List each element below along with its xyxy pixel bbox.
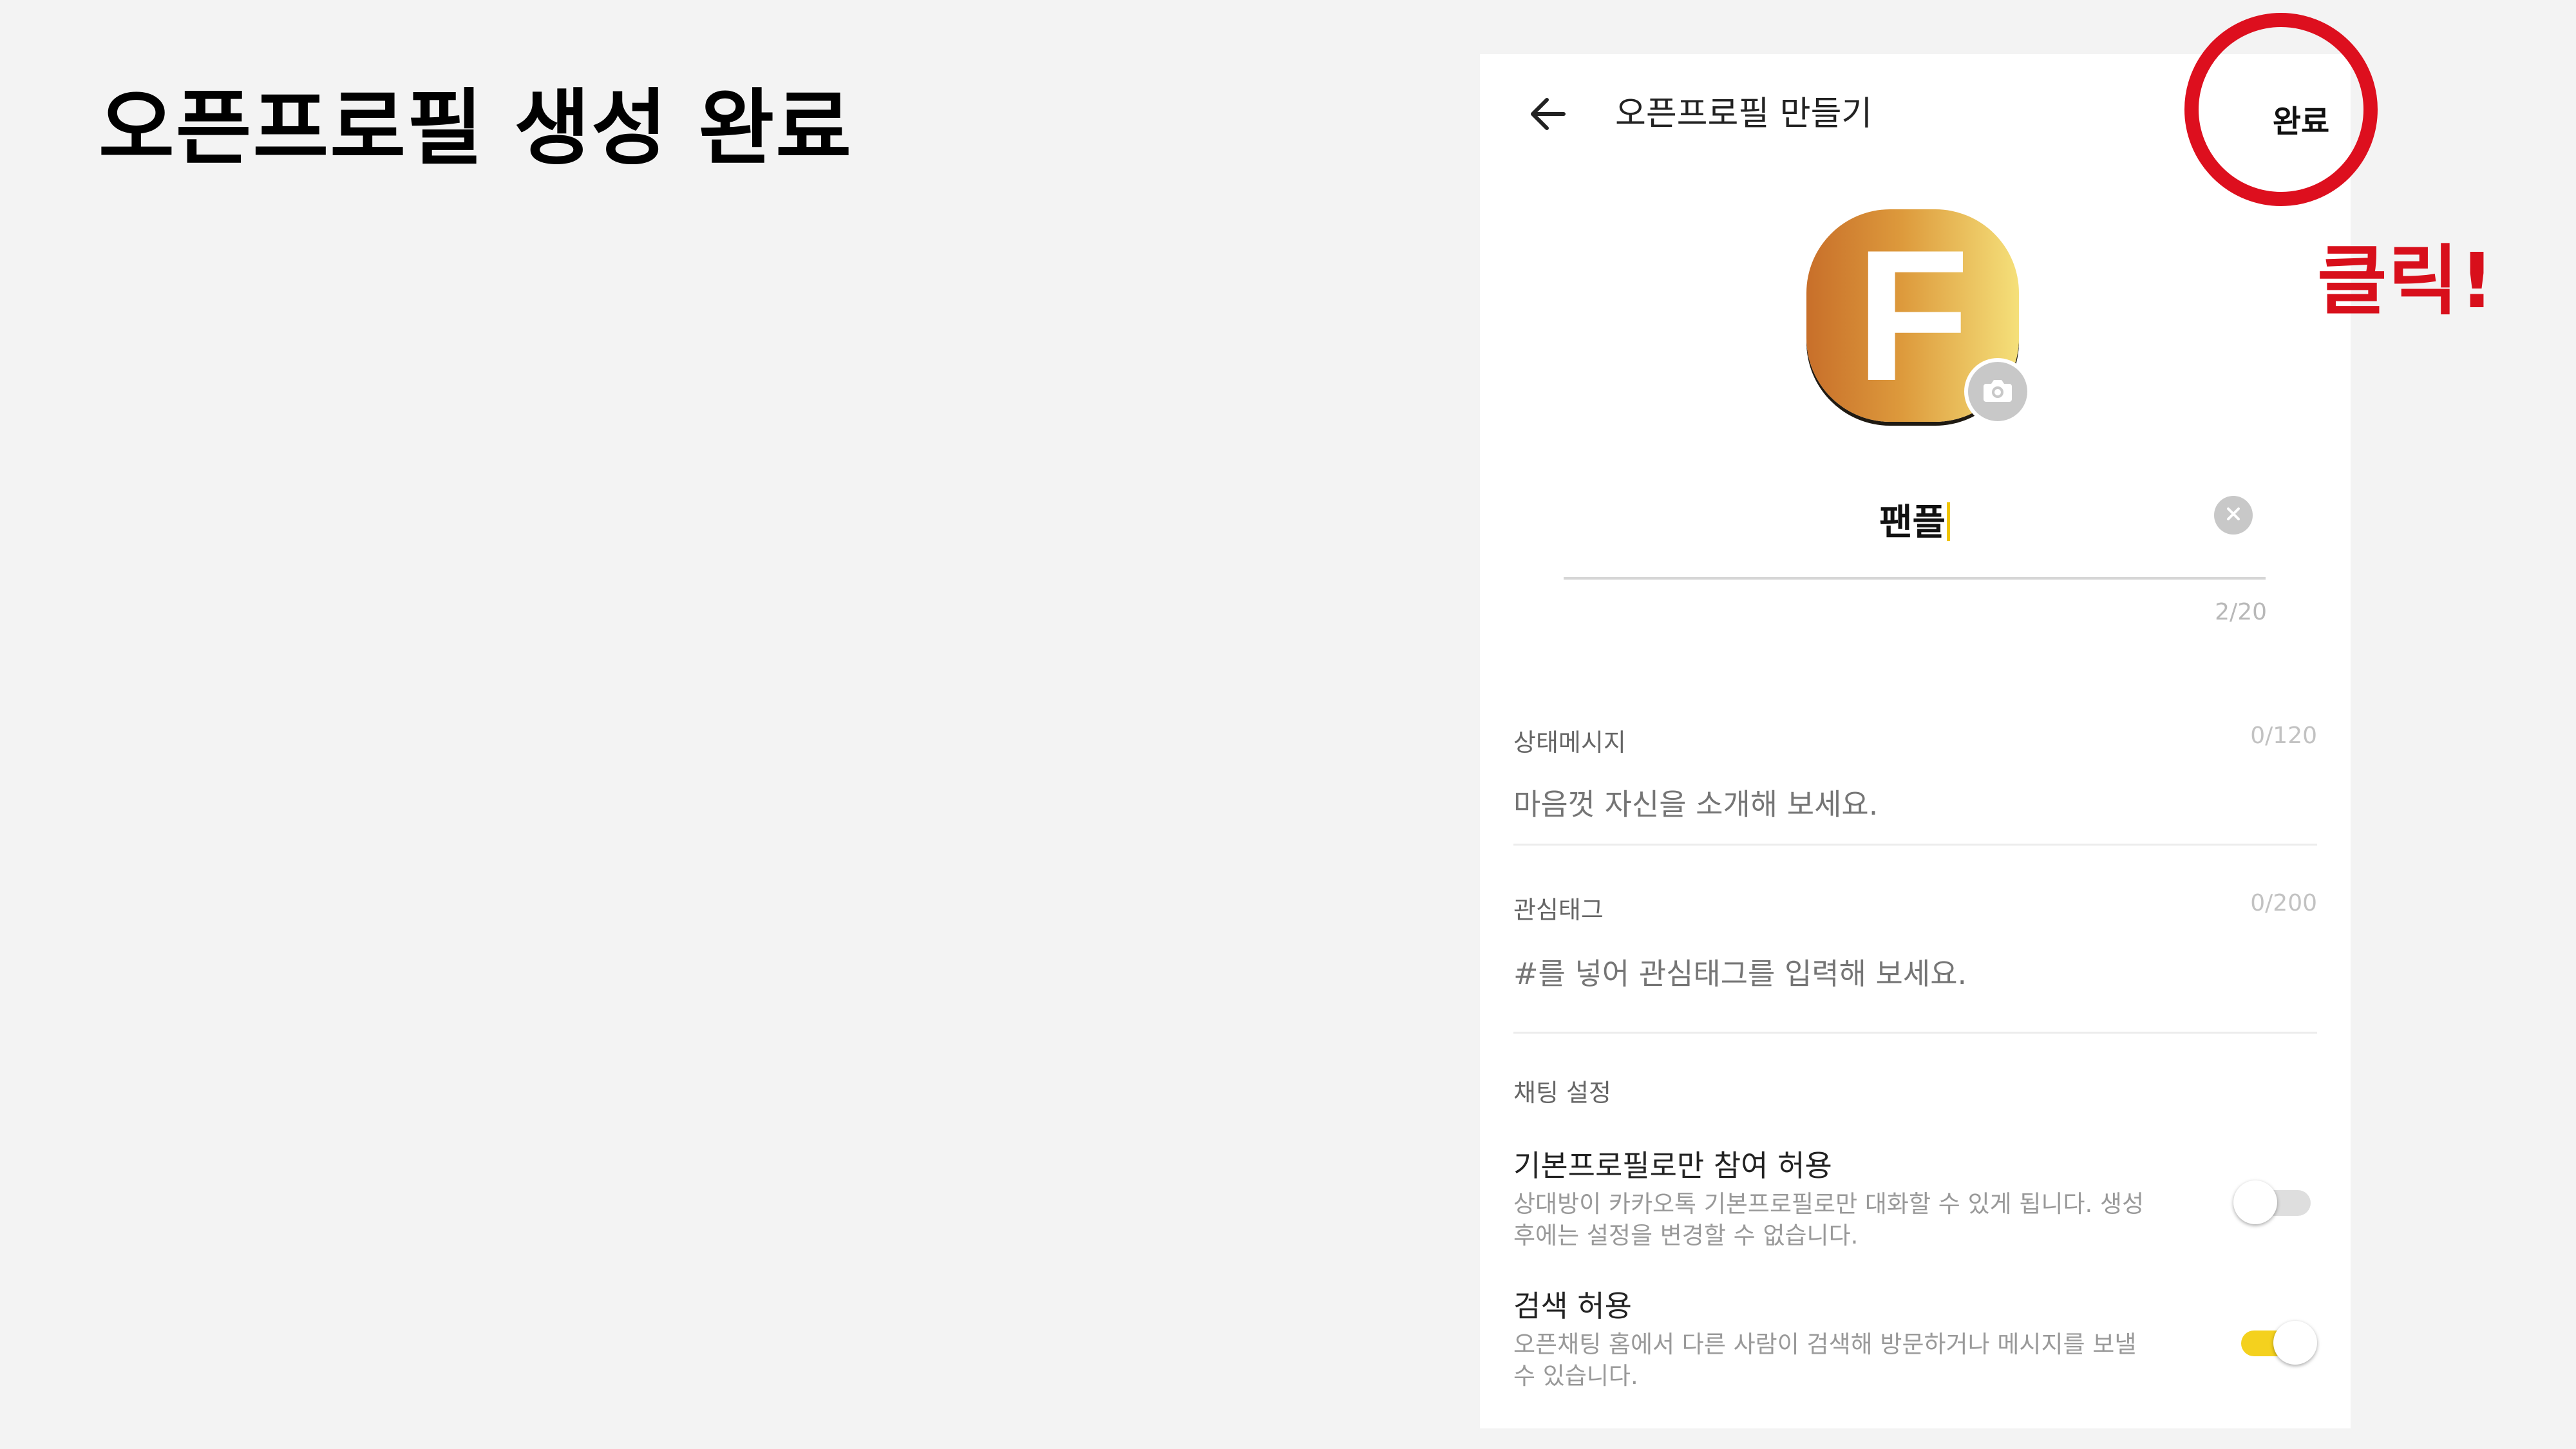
name-underline (1564, 577, 2266, 580)
setting-title: 검색 허용 (1513, 1289, 1632, 1323)
default-profile-only-toggle[interactable] (2233, 1179, 2317, 1226)
profile-name-field[interactable]: 팬플 (1564, 487, 2266, 581)
toggle-knob (2273, 1321, 2317, 1365)
avatar-letter: F (1855, 211, 1970, 420)
slide-title: 오픈프로필 생성 완료 (99, 80, 853, 176)
interest-tags-input[interactable] (1513, 951, 2317, 997)
interest-tags-label: 관심태그 (1513, 896, 1604, 924)
divider (1513, 1032, 2317, 1034)
chat-settings-label: 채팅 설정 (1513, 1079, 1611, 1107)
change-photo-button[interactable] (1964, 358, 2031, 425)
divider (1513, 844, 2317, 846)
status-message-input[interactable] (1513, 782, 2317, 827)
setting-allow-search: 검색 허용 오픈채팅 홈에서 다른 사람이 검색해 방문하거나 메시지를 보낼 … (1513, 1283, 2317, 1399)
toggle-knob (2233, 1180, 2277, 1224)
clear-name-button[interactable] (2214, 496, 2253, 535)
camera-icon (1982, 377, 2013, 406)
name-char-counter: 2/20 (2215, 599, 2267, 625)
status-message-section: 상태메시지 0/120 (1513, 717, 2317, 846)
status-message-counter: 0/120 (2250, 723, 2317, 749)
arrow-left-icon (1528, 93, 1569, 137)
close-icon (2224, 505, 2242, 526)
back-button[interactable] (1516, 80, 1580, 151)
setting-description: 오픈채팅 홈에서 다른 사람이 검색해 방문하거나 메시지를 보낼 수 있습니다… (1513, 1331, 2137, 1390)
setting-description: 상대방이 카카오톡 기본프로필로만 대화할 수 있게 됩니다. 생성 후에는 설… (1513, 1190, 2145, 1249)
profile-name-input[interactable]: 팬플 (1879, 502, 1946, 544)
allow-search-toggle[interactable] (2233, 1319, 2317, 1367)
interest-tags-counter: 0/200 (2250, 890, 2317, 916)
setting-default-profile-only: 기본프로필로만 참여 허용 상대방이 카카오톡 기본프로필로만 대화할 수 있게… (1513, 1142, 2317, 1258)
profile-image-area[interactable]: F (1803, 206, 2035, 431)
highlight-circle (2184, 13, 2378, 206)
header-title: 오픈프로필 만들기 (1615, 95, 1873, 133)
phone-screen: 오픈프로필 만들기 완료 F 팬플 2/20 상태메시지 0/120 마음껏 자… (1480, 54, 2351, 1428)
text-cursor (1947, 502, 1951, 541)
status-message-label: 상태메시지 (1513, 728, 1626, 757)
interest-tags-section: 관심태그 0/200 (1513, 885, 2317, 1039)
click-callout: 클릭! (2317, 236, 2496, 325)
setting-title: 기본프로필로만 참여 허용 (1513, 1148, 1832, 1183)
